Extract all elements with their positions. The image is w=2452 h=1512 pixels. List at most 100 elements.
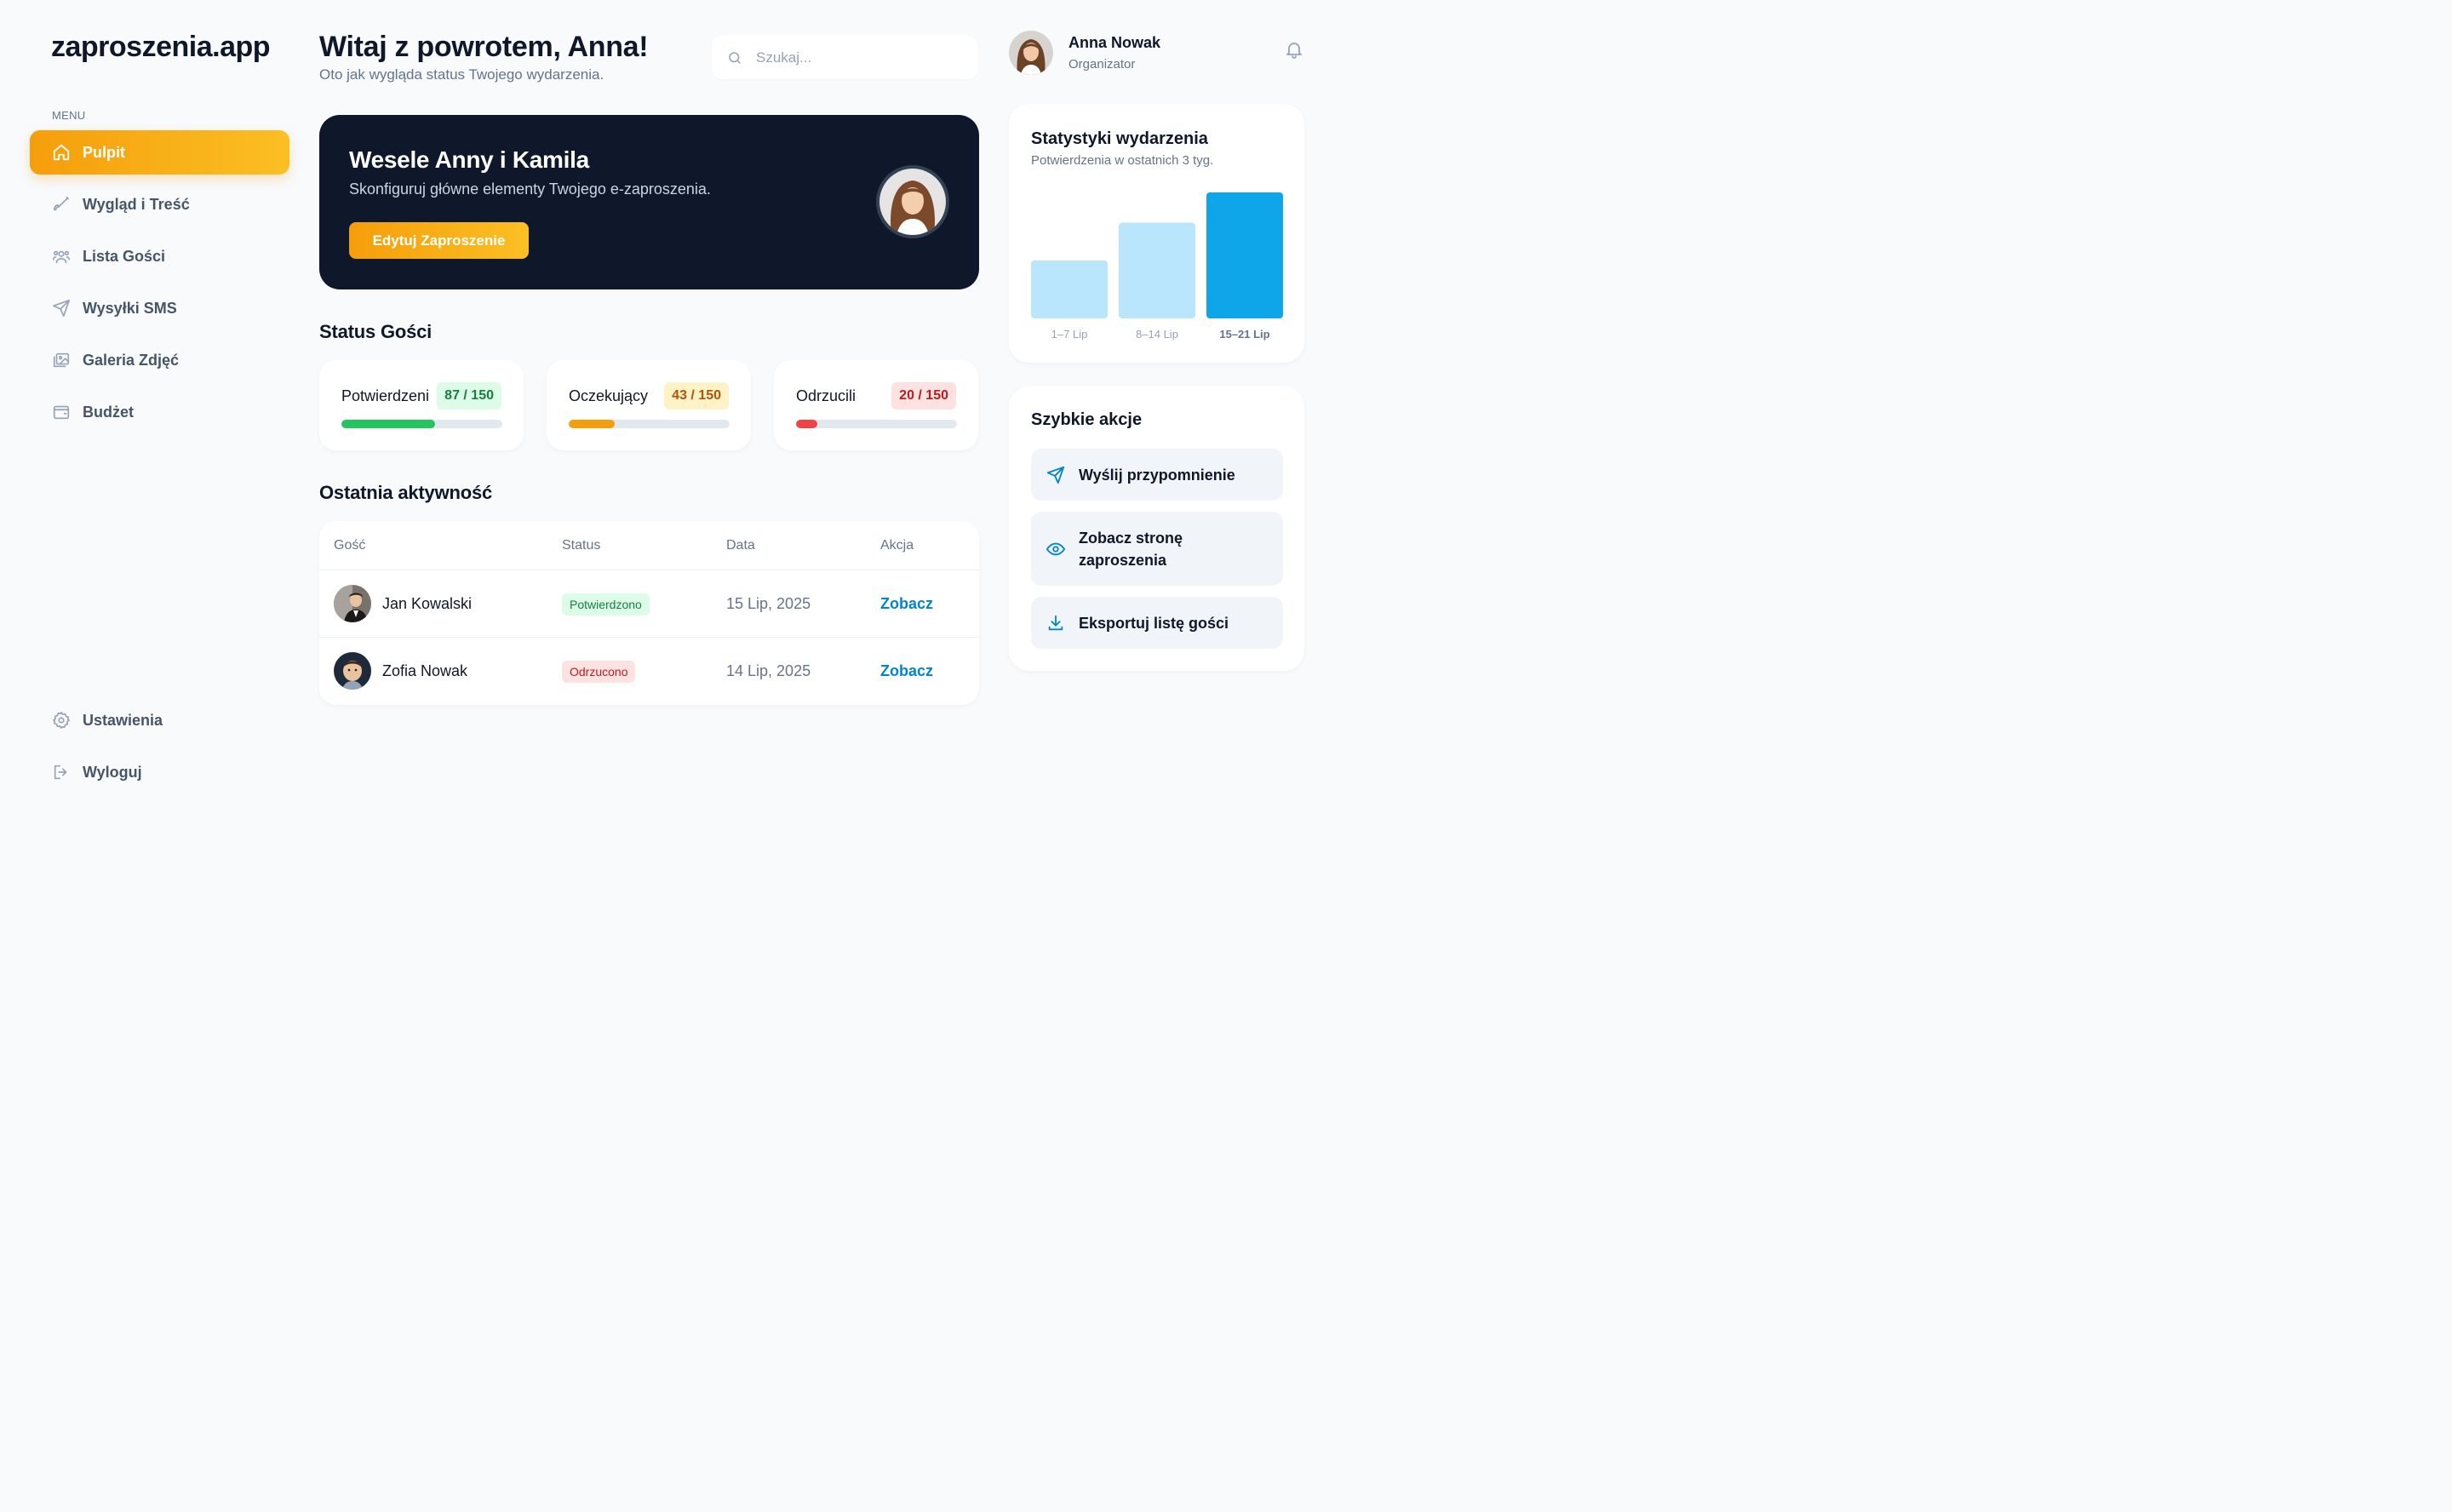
stats-subtitle: Potwierdzenia w ostatnich 3 tyg. xyxy=(1031,153,1214,168)
guest-status-title: Status Gości xyxy=(319,321,433,342)
progress-track xyxy=(796,420,957,428)
event-subtitle: Skonfiguruj główne elementy Twojego e-za… xyxy=(349,180,711,198)
progress-fill xyxy=(341,420,435,428)
sidebar-item-pulpit[interactable]: Pulpit xyxy=(30,130,289,175)
sidebar-item-wysylki-sms[interactable]: Wysyłki SMS xyxy=(30,286,289,330)
stat-label: Oczekujący xyxy=(569,387,649,404)
column-header-date: Data xyxy=(726,538,755,553)
users-icon xyxy=(52,247,71,266)
sidebar-bottom-nav: Ustawienia Wyloguj xyxy=(30,698,289,802)
sidebar-item-lista-gosci[interactable]: Lista Gości xyxy=(30,234,289,278)
guest-name: Zofia Nowak xyxy=(382,662,468,679)
quick-actions-card: Szybkie akcje Wyślij przypomnienie Zobac… xyxy=(1009,387,1304,671)
action-label: Wyślij przypomnienie xyxy=(1079,466,1235,484)
table-row: Zofia Nowak Odrzucono 14 Lip, 2025 Zobac… xyxy=(319,637,979,704)
notifications-bell-icon[interactable] xyxy=(1284,39,1304,60)
event-hero-card: Wesele Anny i Kamila Skonfiguruj główne … xyxy=(319,115,979,289)
gear-icon xyxy=(52,711,71,730)
event-stats-card: Statystyki wydarzenia Potwierdzenia w os… xyxy=(1009,104,1304,363)
stats-title: Statystyki wydarzenia xyxy=(1031,129,1208,148)
sidebar-item-wyloguj[interactable]: Wyloguj xyxy=(30,750,289,794)
user-role: Organizator xyxy=(1068,57,1136,72)
status-badge: Potwierdzono xyxy=(562,593,650,616)
user-name: Anna Nowak xyxy=(1068,34,1161,51)
chart-bar[interactable] xyxy=(1031,260,1108,318)
stat-label: Potwierdzeni xyxy=(341,387,430,404)
view-link[interactable]: Zobacz xyxy=(880,595,933,613)
progress-track xyxy=(569,420,730,428)
sidebar-item-wyglad[interactable]: Wygląd i Treść xyxy=(30,182,289,226)
stat-label: Odrzucili xyxy=(796,387,856,404)
stat-count-badge: 43 / 150 xyxy=(664,382,729,410)
status-badge: Odrzucono xyxy=(562,661,636,683)
chart-bar[interactable] xyxy=(1206,192,1283,318)
page-title: Witaj z powrotem, Anna! xyxy=(319,31,649,63)
eye-icon xyxy=(1046,540,1065,558)
stat-card-declined[interactable]: Odrzucili 20 / 150 xyxy=(774,360,978,450)
stat-count-badge: 20 / 150 xyxy=(891,382,956,410)
user-info: Anna Nowak Organizator xyxy=(1068,34,1160,72)
activity-table: Gość Status Data Akcja Jan Kowalski Potw… xyxy=(319,521,979,705)
sidebar-item-label: Budżet xyxy=(83,403,134,421)
brush-icon xyxy=(52,195,71,214)
chart-tick-label: 15–21 Lip xyxy=(1219,328,1269,341)
event-title: Wesele Anny i Kamila xyxy=(349,146,589,173)
sidebar-item-label: Wysyłki SMS xyxy=(83,299,177,317)
sidebar-item-label: Wyloguj xyxy=(83,763,142,781)
column-header-action: Akcja xyxy=(880,538,914,553)
search-bar[interactable] xyxy=(712,36,978,79)
avatar xyxy=(334,585,371,622)
download-icon xyxy=(1046,614,1065,633)
table-row: Jan Kowalski Potwierdzono 15 Lip, 2025 Z… xyxy=(319,570,979,637)
page-subtitle: Oto jak wygląda status Twojego wydarzeni… xyxy=(319,66,604,83)
export-guest-list-button[interactable]: Eksportuj listę gości xyxy=(1031,597,1283,649)
sidebar-item-label: Pulpit xyxy=(83,143,125,161)
send-icon xyxy=(1046,466,1065,484)
action-label: Zobacz stronę zaproszenia xyxy=(1079,529,1183,569)
progress-track xyxy=(341,420,502,428)
home-icon xyxy=(52,143,71,162)
wallet-icon xyxy=(52,403,71,421)
confirmations-bar-chart: 1–7 Lip 8–14 Lip 15–21 Lip xyxy=(1031,192,1283,341)
sidebar-item-label: Wygląd i Treść xyxy=(83,195,190,213)
app-logo[interactable]: zaproszenia.app xyxy=(51,31,271,64)
sidebar-item-galeria[interactable]: Galeria Zdjęć xyxy=(30,338,289,382)
user-profile[interactable]: Anna Nowak Organizator xyxy=(1009,31,1160,75)
sidebar-item-label: Lista Gości xyxy=(83,247,166,265)
sidebar-nav: Pulpit Wygląd i Treść Lista Gości Wysyłk… xyxy=(30,130,289,442)
gallery-icon xyxy=(52,351,71,369)
stat-count-badge: 87 / 150 xyxy=(437,382,501,410)
chart-bar[interactable] xyxy=(1119,222,1195,318)
logout-icon xyxy=(52,763,71,782)
menu-section-label: MENU xyxy=(52,109,86,122)
action-label: Eksportuj listę gości xyxy=(1079,614,1229,632)
sidebar-item-budzet[interactable]: Budżet xyxy=(30,390,289,434)
edit-invitation-button[interactable]: Edytuj Zaproszenie xyxy=(349,222,529,259)
stat-card-pending[interactable]: Oczekujący 43 / 150 xyxy=(547,360,751,450)
search-icon xyxy=(727,50,742,66)
stat-card-confirmed[interactable]: Potwierdzeni 87 / 150 xyxy=(319,360,524,450)
quick-actions-title: Szybkie akcje xyxy=(1031,410,1143,429)
send-icon xyxy=(52,299,71,318)
sidebar-item-label: Galeria Zdjęć xyxy=(83,351,180,369)
avatar xyxy=(334,652,371,690)
column-header-status: Status xyxy=(562,538,601,553)
sidebar-item-label: Ustawienia xyxy=(83,711,163,729)
activity-date: 14 Lip, 2025 xyxy=(726,662,811,679)
column-header-guest: Gość xyxy=(334,538,366,553)
guest-name: Jan Kowalski xyxy=(382,595,473,612)
chart-tick-label: 8–14 Lip xyxy=(1136,328,1178,341)
chart-tick-label: 1–7 Lip xyxy=(1051,328,1088,341)
view-invitation-page-button[interactable]: Zobacz stronę zaproszenia xyxy=(1031,512,1283,586)
progress-fill xyxy=(796,420,818,428)
activity-title: Ostatnia aktywność xyxy=(319,482,493,503)
view-link[interactable]: Zobacz xyxy=(880,662,933,680)
progress-fill xyxy=(569,420,616,428)
send-reminder-button[interactable]: Wyślij przypomnienie xyxy=(1031,449,1283,501)
search-input[interactable] xyxy=(756,49,960,66)
activity-date: 15 Lip, 2025 xyxy=(726,595,811,612)
sidebar-item-ustawienia[interactable]: Ustawienia xyxy=(30,698,289,742)
sidebar: zaproszenia.app MENU Pulpit Wygląd i Tre… xyxy=(0,0,306,823)
event-avatar xyxy=(876,165,949,238)
avatar xyxy=(1009,31,1053,75)
